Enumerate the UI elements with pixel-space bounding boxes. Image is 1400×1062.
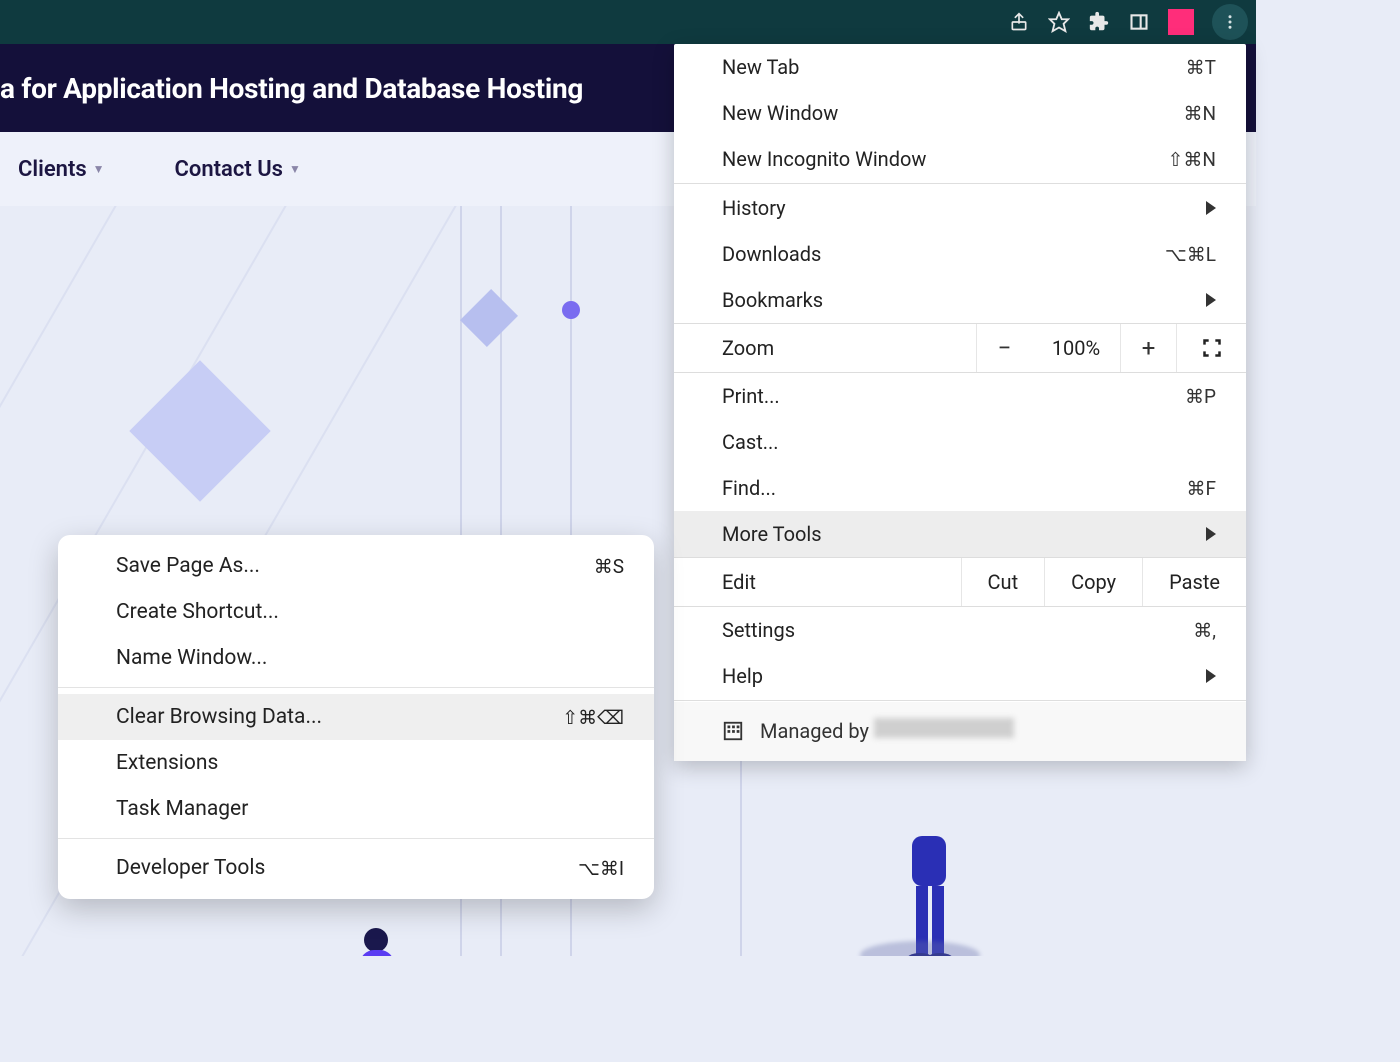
extensions-icon[interactable] xyxy=(1088,11,1110,33)
menu-shortcut: ⌘N xyxy=(1183,102,1216,125)
share-icon[interactable] xyxy=(1008,11,1030,33)
submenu-label: Save Page As... xyxy=(116,554,260,578)
submenu-shortcut: ⌥⌘I xyxy=(578,857,624,880)
nav-item-contact[interactable]: Contact Us ▼ xyxy=(175,157,301,182)
menu-item-cast[interactable]: Cast... xyxy=(674,419,1246,465)
menu-shortcut: ⇧⌘N xyxy=(1168,148,1216,171)
zoom-in-button[interactable]: + xyxy=(1120,324,1176,372)
zoom-value: 100% xyxy=(1032,336,1120,360)
edit-paste-button[interactable]: Paste xyxy=(1142,558,1246,606)
submenu-separator xyxy=(58,838,654,839)
menu-label: New Window xyxy=(722,101,838,125)
menu-label: Find... xyxy=(722,476,776,500)
submenu-label: Developer Tools xyxy=(116,856,265,880)
zoom-out-button[interactable]: − xyxy=(976,324,1032,372)
fullscreen-button[interactable] xyxy=(1176,324,1246,372)
menu-shortcut: ⌘T xyxy=(1186,56,1216,79)
menu-label: New Incognito Window xyxy=(722,147,926,171)
banner-title: a for Application Hosting and Database H… xyxy=(0,72,583,105)
menu-zoom-row: Zoom − 100% + xyxy=(674,323,1246,373)
menu-label: Settings xyxy=(722,618,795,642)
menu-managed-by[interactable]: Managed by xyxy=(674,702,1246,761)
profile-avatar[interactable] xyxy=(1168,9,1194,35)
building-icon xyxy=(722,720,744,742)
chevron-right-icon xyxy=(1206,669,1216,683)
nav-label: Clients xyxy=(18,157,87,182)
menu-item-new-incognito[interactable]: New Incognito Window ⇧⌘N xyxy=(674,136,1246,182)
menu-edit-row: Edit Cut Copy Paste xyxy=(674,557,1246,607)
submenu-label: Extensions xyxy=(116,751,218,775)
chevron-right-icon xyxy=(1206,201,1216,215)
menu-label: Help xyxy=(722,664,763,688)
menu-item-new-tab[interactable]: New Tab ⌘T xyxy=(674,44,1246,90)
menu-item-downloads[interactable]: Downloads ⌥⌘L xyxy=(674,231,1246,277)
menu-item-print[interactable]: Print... ⌘P xyxy=(674,373,1246,419)
nav-item-clients[interactable]: Clients ▼ xyxy=(18,157,105,182)
chrome-main-menu: New Tab ⌘T New Window ⌘N New Incognito W… xyxy=(674,44,1246,761)
managed-org-redacted xyxy=(874,718,1014,738)
menu-item-bookmarks[interactable]: Bookmarks xyxy=(674,277,1246,323)
submenu-item-save-page[interactable]: Save Page As... ⌘S xyxy=(58,543,654,589)
more-tools-submenu: Save Page As... ⌘S Create Shortcut... Na… xyxy=(58,535,654,899)
chevron-down-icon: ▼ xyxy=(289,162,301,176)
menu-shortcut: ⌘P xyxy=(1185,385,1216,408)
submenu-shortcut: ⇧⌘⌫ xyxy=(562,706,624,729)
menu-item-settings[interactable]: Settings ⌘, xyxy=(674,607,1246,653)
menu-item-new-window[interactable]: New Window ⌘N xyxy=(674,90,1246,136)
submenu-item-create-shortcut[interactable]: Create Shortcut... xyxy=(58,589,654,635)
more-menu-button[interactable] xyxy=(1212,4,1248,40)
nav-label: Contact Us xyxy=(175,157,283,182)
submenu-item-clear-browsing-data[interactable]: Clear Browsing Data... ⇧⌘⌫ xyxy=(58,694,654,740)
submenu-label: Create Shortcut... xyxy=(116,600,279,624)
menu-shortcut: ⌘F xyxy=(1186,477,1216,500)
menu-label: Downloads xyxy=(722,242,821,266)
menu-separator xyxy=(674,183,1246,184)
menu-separator xyxy=(674,700,1246,701)
submenu-item-task-manager[interactable]: Task Manager xyxy=(58,786,654,832)
submenu-shortcut: ⌘S xyxy=(594,555,624,578)
menu-label: Cast... xyxy=(722,430,779,454)
submenu-label: Task Manager xyxy=(116,797,248,821)
menu-item-more-tools[interactable]: More Tools xyxy=(674,511,1246,557)
menu-item-find[interactable]: Find... ⌘F xyxy=(674,465,1246,511)
edit-cut-button[interactable]: Cut xyxy=(961,558,1045,606)
menu-label: Bookmarks xyxy=(722,288,823,312)
chevron-right-icon xyxy=(1206,293,1216,307)
managed-prefix: Managed by xyxy=(760,719,874,743)
chevron-right-icon xyxy=(1206,527,1216,541)
menu-label: New Tab xyxy=(722,55,799,79)
menu-shortcut: ⌥⌘L xyxy=(1165,243,1216,266)
submenu-label: Clear Browsing Data... xyxy=(116,705,322,729)
menu-label: Print... xyxy=(722,384,780,408)
submenu-separator xyxy=(58,687,654,688)
menu-shortcut: ⌘, xyxy=(1193,619,1216,642)
edit-label: Edit xyxy=(674,558,961,606)
edit-copy-button[interactable]: Copy xyxy=(1044,558,1142,606)
submenu-item-name-window[interactable]: Name Window... xyxy=(58,635,654,681)
menu-label: More Tools xyxy=(722,522,822,546)
chevron-down-icon: ▼ xyxy=(93,162,105,176)
menu-item-help[interactable]: Help xyxy=(674,653,1246,699)
menu-label: History xyxy=(722,196,786,220)
submenu-label: Name Window... xyxy=(116,646,267,670)
browser-toolbar xyxy=(0,0,1256,44)
panel-icon[interactable] xyxy=(1128,11,1150,33)
menu-item-history[interactable]: History xyxy=(674,185,1246,231)
zoom-label: Zoom xyxy=(674,324,976,372)
star-icon[interactable] xyxy=(1048,11,1070,33)
submenu-item-developer-tools[interactable]: Developer Tools ⌥⌘I xyxy=(58,845,654,891)
submenu-item-extensions[interactable]: Extensions xyxy=(58,740,654,786)
